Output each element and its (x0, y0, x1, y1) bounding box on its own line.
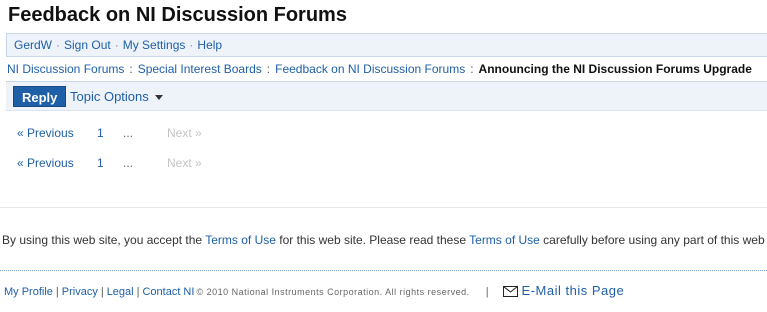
page-ellipsis: ... (123, 126, 134, 140)
terms-notice: By using this web site, you accept the T… (2, 233, 767, 247)
caret-down-icon (154, 95, 163, 101)
terms-text-middle: for this web site. Please read these (275, 233, 470, 247)
user-nav-bar: GerdW · Sign Out · My Settings · Help (6, 33, 767, 57)
footer-separator: | (55, 286, 59, 298)
previous-page-link[interactable]: « Previous (17, 125, 74, 141)
previous-page-link[interactable]: « Previous (17, 155, 74, 171)
email-page-link[interactable]: E-Mail this Page (502, 283, 625, 298)
my-settings-link[interactable]: My Settings (123, 38, 186, 52)
topic-action-bar: Reply Topic Options (6, 81, 767, 111)
page-number-link[interactable]: 1 (97, 155, 104, 171)
reply-button[interactable]: Reply (13, 86, 67, 107)
terms-text-prefix: By using this web site, you accept the (2, 233, 206, 247)
user-profile-link[interactable]: GerdW (14, 38, 52, 52)
user-nav-separator: · (189, 38, 194, 52)
breadcrumb-separator: : (470, 62, 474, 76)
footer-separator: | (100, 286, 104, 298)
footer: My Profile | Privacy | Legal | Contact NI © 201… (4, 284, 624, 300)
content-divider (0, 207, 767, 208)
user-nav-separator: · (56, 38, 61, 52)
breadcrumb-current: Announcing the NI Discussion Forums Upgr… (478, 62, 752, 76)
breadcrumb: NI Discussion Forums: Special Interest Bo… (7, 62, 752, 76)
my-profile-link[interactable]: My Profile (4, 286, 53, 298)
page-ellipsis: ... (123, 156, 134, 170)
terms-text-suffix: carefully before using any part of this … (539, 233, 767, 247)
next-page-link: Next » (167, 126, 202, 140)
topic-options-menu[interactable]: Topic Options (70, 86, 163, 107)
footer-pipe: | (485, 286, 489, 298)
footer-divider (0, 270, 767, 271)
copyright-text: © 2010 National Instruments Corporation.… (196, 287, 470, 297)
breadcrumb-item-forums[interactable]: NI Discussion Forums (7, 62, 124, 76)
breadcrumb-separator: : (129, 62, 133, 76)
page-title: Feedback on NI Discussion Forums (8, 4, 347, 26)
user-nav-separator: · (114, 38, 119, 52)
terms-of-use-link[interactable]: Terms of Use (469, 233, 540, 247)
privacy-link[interactable]: Privacy (62, 286, 98, 298)
page-number-link[interactable]: 1 (97, 125, 104, 141)
envelope-icon (502, 286, 518, 297)
breadcrumb-item-special-interest[interactable]: Special Interest Boards (138, 62, 262, 76)
email-page-label: E-Mail this Page (521, 283, 625, 298)
contact-ni-link[interactable]: Contact NI (142, 286, 194, 298)
topic-options-label: Topic Options (70, 89, 149, 104)
terms-of-use-link[interactable]: Terms of Use (205, 233, 276, 247)
breadcrumb-item-feedback[interactable]: Feedback on NI Discussion Forums (275, 62, 465, 76)
help-link[interactable]: Help (197, 38, 222, 52)
legal-link[interactable]: Legal (107, 286, 134, 298)
next-page-link: Next » (167, 156, 202, 170)
breadcrumb-separator: : (266, 62, 271, 76)
sign-out-link[interactable]: Sign Out (64, 38, 111, 52)
